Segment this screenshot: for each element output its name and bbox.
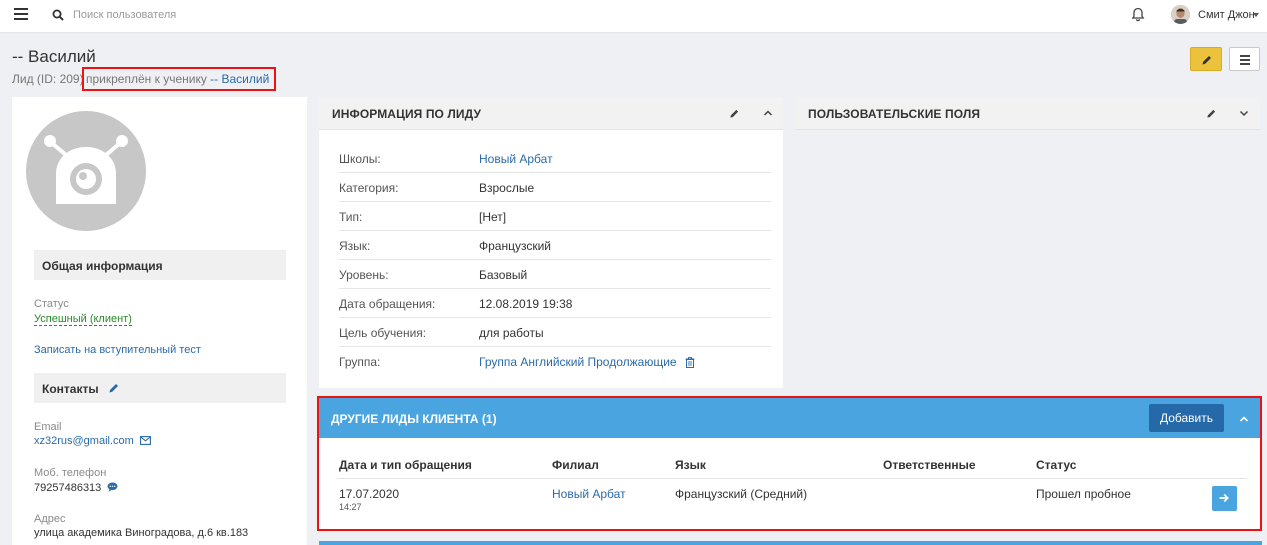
info-key: Уровень: [339, 268, 389, 282]
chevron-down-icon[interactable] [1253, 13, 1259, 17]
profile-sidebar: Общая информация Статус Успешный (клиент… [12, 97, 307, 545]
lead-info-header: ИНФОРМАЦИЯ ПО ЛИДУ [319, 97, 783, 130]
school-link[interactable]: Новый Арбат [479, 152, 553, 166]
attached-prefix: прикреплён к ученику [86, 72, 211, 86]
pencil-icon[interactable] [729, 108, 740, 119]
other-leads-header: ДРУГИЕ ЛИДЫ КЛИЕНТА (1) Добавить [319, 398, 1260, 438]
column-header-language: Язык [675, 458, 706, 472]
lead-date: 17.07.2020 [339, 487, 400, 501]
info-key: Язык: [339, 239, 371, 253]
email-label: Email [34, 421, 62, 433]
info-row-request-date: Дата обращения: 12.08.2019 19:38 [339, 289, 771, 318]
pencil-icon [1202, 56, 1211, 65]
column-header-date: Дата и тип обращения [339, 458, 472, 472]
info-value: Французский [479, 239, 551, 253]
table-divider [337, 478, 1247, 479]
attached-student-link[interactable]: -- Василий [210, 72, 269, 86]
info-row-language: Язык: Французский [339, 231, 771, 260]
hamburger-menu-icon[interactable] [14, 8, 28, 20]
address-label: Адрес [34, 513, 66, 525]
pencil-icon[interactable] [1206, 108, 1217, 119]
info-value: Базовый [479, 268, 528, 282]
lead-info-panel: ИНФОРМАЦИЯ ПО ЛИДУ Школы: Новый Арбат Ка… [319, 97, 783, 388]
chevron-up-icon[interactable] [763, 108, 773, 118]
email-link[interactable]: xz32rus@gmail.com [34, 435, 134, 447]
contacts-title: Контакты [42, 382, 99, 396]
info-value: [Нет] [479, 210, 507, 224]
lead-branch-link[interactable]: Новый Арбат [552, 487, 626, 501]
user-name[interactable]: Смит Джон [1198, 9, 1255, 21]
page-title: -- Василий [12, 47, 96, 66]
entry-test-link[interactable]: Записать на вступительный тест [34, 344, 201, 356]
lead-info-title: ИНФОРМАЦИЯ ПО ЛИДУ [332, 107, 482, 121]
more-menu-button[interactable] [1229, 47, 1260, 71]
phone-value: 79257486313 [34, 482, 102, 494]
lead-id-label: Лид (ID: 209) [12, 72, 84, 86]
info-value: 12.08.2019 19:38 [479, 297, 573, 311]
info-row-school: Школы: Новый Арбат [339, 144, 771, 173]
general-info-header: Общая информация [34, 250, 286, 280]
chat-bubble-icon[interactable] [107, 482, 118, 492]
add-lead-button[interactable]: Добавить [1149, 404, 1224, 432]
custom-fields-header: ПОЛЬЗОВАТЕЛЬСКИЕ ПОЛЯ [795, 97, 1260, 130]
bell-icon[interactable] [1131, 7, 1145, 22]
envelope-icon[interactable] [139, 436, 151, 445]
top-bar: Смит Джон [0, 0, 1267, 33]
group-link[interactable]: Группа Английский Продолжающие [479, 355, 677, 369]
user-avatar[interactable] [1171, 5, 1190, 24]
lead-time: 14:27 [339, 502, 362, 512]
info-key: Группа: [339, 355, 381, 369]
address-value: улица академика Виноградова, д.6 кв.183 [34, 527, 249, 539]
column-header-branch: Филиал [552, 458, 599, 472]
info-row-level: Уровень: Базовый [339, 260, 771, 289]
custom-fields-panel: ПОЛЬЗОВАТЕЛЬСКИЕ ПОЛЯ [795, 97, 1260, 130]
search-icon [52, 9, 64, 21]
profile-placeholder-image [26, 111, 146, 231]
status-label: Статус [34, 298, 69, 310]
info-key: Категория: [339, 181, 399, 195]
lead-language: Французский (Средний) [675, 487, 808, 501]
column-header-status: Статус [1036, 458, 1077, 472]
info-row-type: Тип: [Нет] [339, 202, 771, 231]
info-row-group: Группа: Группа Английский Продолжающие [339, 347, 771, 376]
info-key: Тип: [339, 210, 363, 224]
edit-lead-button[interactable] [1190, 47, 1222, 71]
info-value: Взрослые [479, 181, 535, 195]
arrow-right-icon [1219, 493, 1229, 503]
custom-fields-title: ПОЛЬЗОВАТЕЛЬСКИЕ ПОЛЯ [808, 107, 981, 121]
other-leads-title: ДРУГИЕ ЛИДЫ КЛИЕНТА (1) [331, 412, 497, 426]
info-key: Цель обучения: [339, 326, 427, 340]
info-row-goal: Цель обучения: для работы [339, 318, 771, 347]
chevron-up-icon[interactable] [1239, 414, 1249, 424]
pencil-icon[interactable] [108, 382, 120, 394]
info-value: для работы [479, 326, 544, 340]
phone-label: Моб. телефон [34, 467, 107, 479]
attached-to-student: прикреплён к ученику -- Василий [82, 67, 276, 91]
info-row-category: Категория: Взрослые [339, 173, 771, 202]
chevron-down-icon[interactable] [1239, 108, 1249, 118]
info-key: Школы: [339, 152, 381, 166]
contacts-header: Контакты [34, 373, 286, 403]
column-header-responsible: Ответственные [883, 458, 976, 472]
other-leads-panel: ДРУГИЕ ЛИДЫ КЛИЕНТА (1) Добавить Дата и … [317, 396, 1262, 531]
status-value[interactable]: Успешный (клиент) [34, 313, 132, 326]
next-panel-edge [319, 541, 1262, 545]
user-search-input[interactable] [73, 6, 313, 24]
open-lead-button[interactable] [1212, 486, 1237, 511]
trash-icon[interactable] [685, 357, 695, 368]
lead-status: Прошел пробное [1036, 487, 1131, 501]
info-key: Дата обращения: [339, 297, 436, 311]
